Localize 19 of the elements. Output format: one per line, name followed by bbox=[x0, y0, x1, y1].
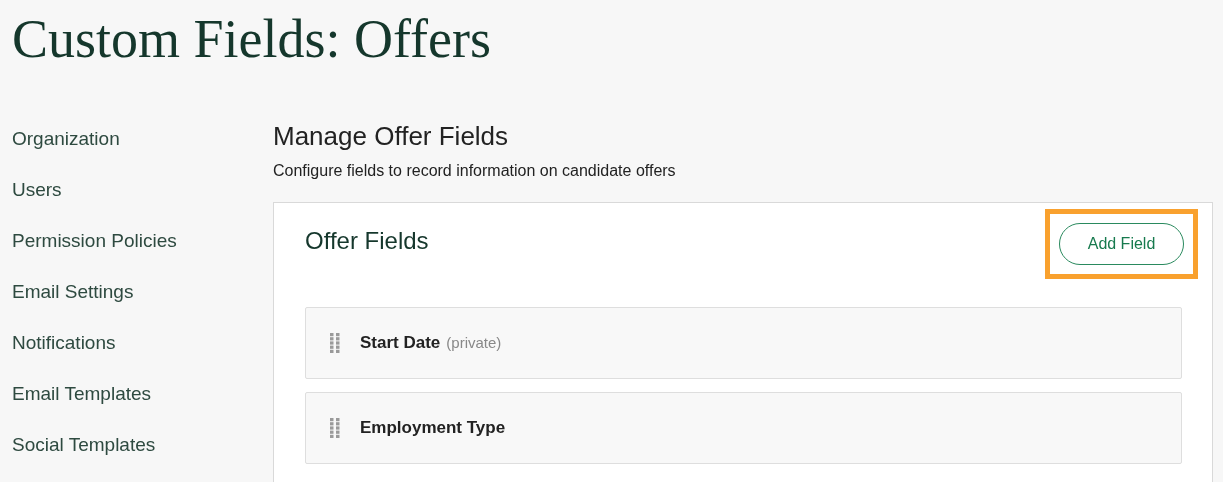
drag-handle-icon[interactable] bbox=[330, 333, 340, 353]
sidebar-link[interactable]: Permission Policies bbox=[12, 228, 177, 253]
section-title: Manage Offer Fields bbox=[273, 120, 510, 152]
field-row[interactable]: Employment Type bbox=[305, 392, 1182, 464]
drag-handle-icon[interactable] bbox=[330, 418, 340, 438]
field-name: Employment Type bbox=[360, 417, 506, 440]
card-title: Offer Fields bbox=[305, 226, 429, 256]
sidebar-link[interactable]: Notifications bbox=[12, 330, 116, 355]
sidebar-link[interactable]: Email Templates bbox=[12, 381, 152, 406]
sidebar-link[interactable]: Organization bbox=[12, 126, 120, 151]
page-title: Custom Fields: Offers bbox=[12, 8, 492, 71]
field-note: (private) bbox=[446, 332, 502, 353]
sidebar-link[interactable]: Users bbox=[12, 177, 62, 202]
section-description: Configure fields to record information on candidate offers bbox=[273, 161, 677, 181]
sidebar-link[interactable]: Email Settings bbox=[12, 279, 134, 304]
add-field-button[interactable]: Add Field bbox=[1059, 223, 1184, 265]
field-row[interactable]: Start Date (private) bbox=[305, 307, 1182, 379]
field-name: Start Date bbox=[360, 332, 441, 355]
sidebar-link[interactable]: Social Templates bbox=[12, 432, 156, 457]
